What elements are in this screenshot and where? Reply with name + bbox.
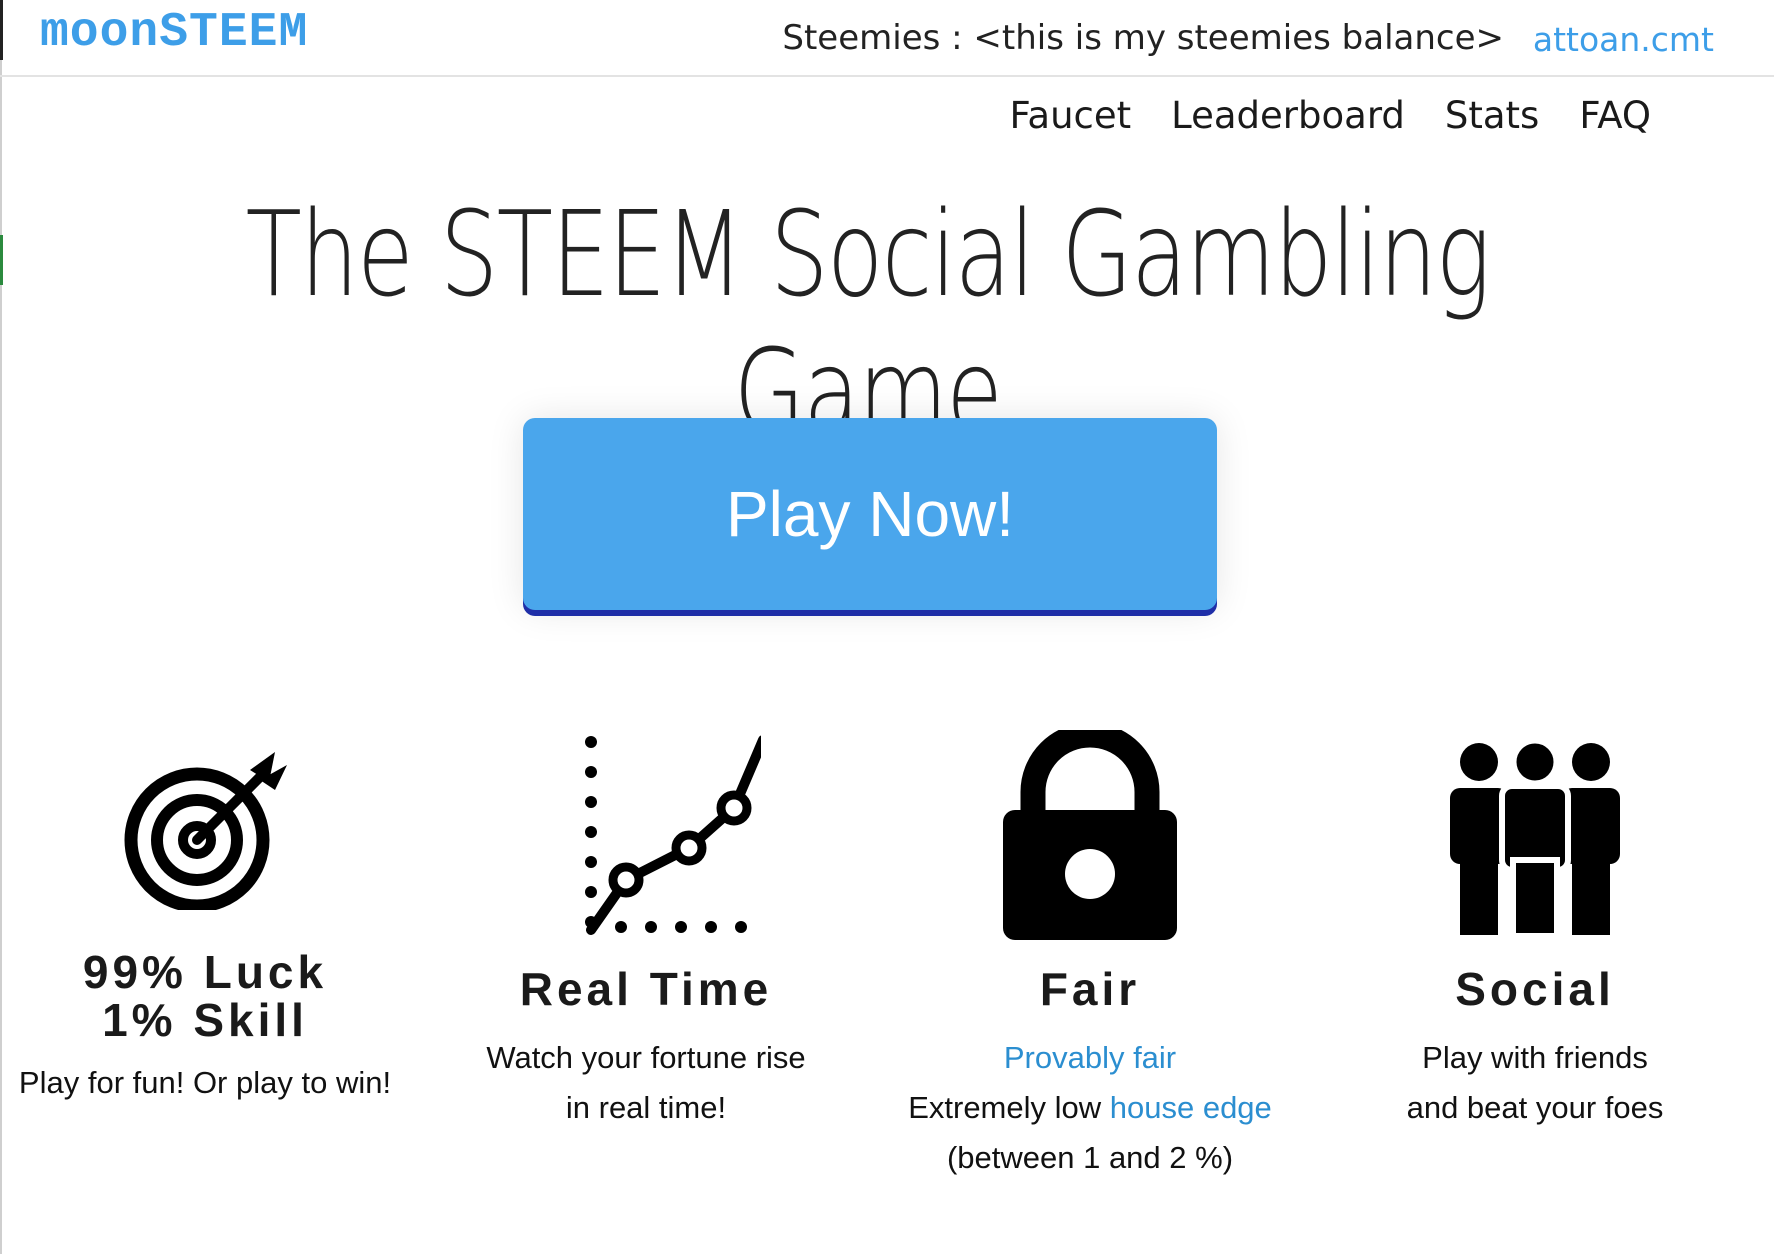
feature-title: 99% Luck 1% Skill <box>82 946 328 1046</box>
window-edge-mark <box>0 235 3 285</box>
feature-text: Watch your fortune rise <box>486 1040 806 1075</box>
feature-title: Real Time <box>519 963 773 1015</box>
feature-text: and beat your foes <box>1406 1090 1664 1125</box>
feature-text: (between 1 and 2 %) <box>946 1140 1234 1175</box>
feature-text: Extremely low house edge <box>880 1083 1300 1133</box>
group-icon <box>1450 738 1620 939</box>
feature-luck: 99% Luck 1% Skill Play for fun! Or play … <box>0 730 410 1108</box>
feature-fair: Fair Provably fair Extremely low house e… <box>880 730 1300 1183</box>
feature-title: Fair <box>1039 963 1141 1015</box>
house-edge-prefix: Extremely low <box>908 1090 1110 1125</box>
feature-text: Provably fair <box>880 1033 1300 1083</box>
brand-logo[interactable]: moonSTEEM <box>40 6 308 60</box>
nav-faucet[interactable]: Faucet <box>1010 94 1132 137</box>
main-nav: Faucet Leaderboard Stats FAQ <box>1010 94 1651 137</box>
top-bar: moonSTEEM Steemies : <this is my steemie… <box>0 0 1774 77</box>
username-link[interactable]: attoan.cmt <box>1533 20 1714 59</box>
provably-fair-link[interactable]: Provably fair <box>1004 1040 1176 1075</box>
feature-real-time: Real Time Watch your fortune rise in rea… <box>446 730 846 1133</box>
feature-text: Play for fun! Or play to win! <box>18 1065 392 1100</box>
steemies-balance: Steemies : <this is my steemies balance> <box>782 18 1504 58</box>
feature-title: Social <box>1455 963 1615 1015</box>
play-now-button[interactable]: Play Now! <box>523 418 1217 610</box>
feature-text: Play with friends <box>1422 1040 1648 1075</box>
target-icon <box>124 752 287 910</box>
nav-leaderboard[interactable]: Leaderboard <box>1171 94 1405 137</box>
padlock-icon <box>1003 730 1177 940</box>
house-edge-link[interactable]: house edge <box>1110 1090 1272 1125</box>
nav-faq[interactable]: FAQ <box>1579 94 1651 137</box>
line-chart-icon <box>585 735 761 935</box>
feature-text: in real time! <box>565 1090 727 1125</box>
feature-social: Social Play with friends and beat your f… <box>1335 730 1735 1133</box>
nav-stats[interactable]: Stats <box>1445 94 1539 137</box>
